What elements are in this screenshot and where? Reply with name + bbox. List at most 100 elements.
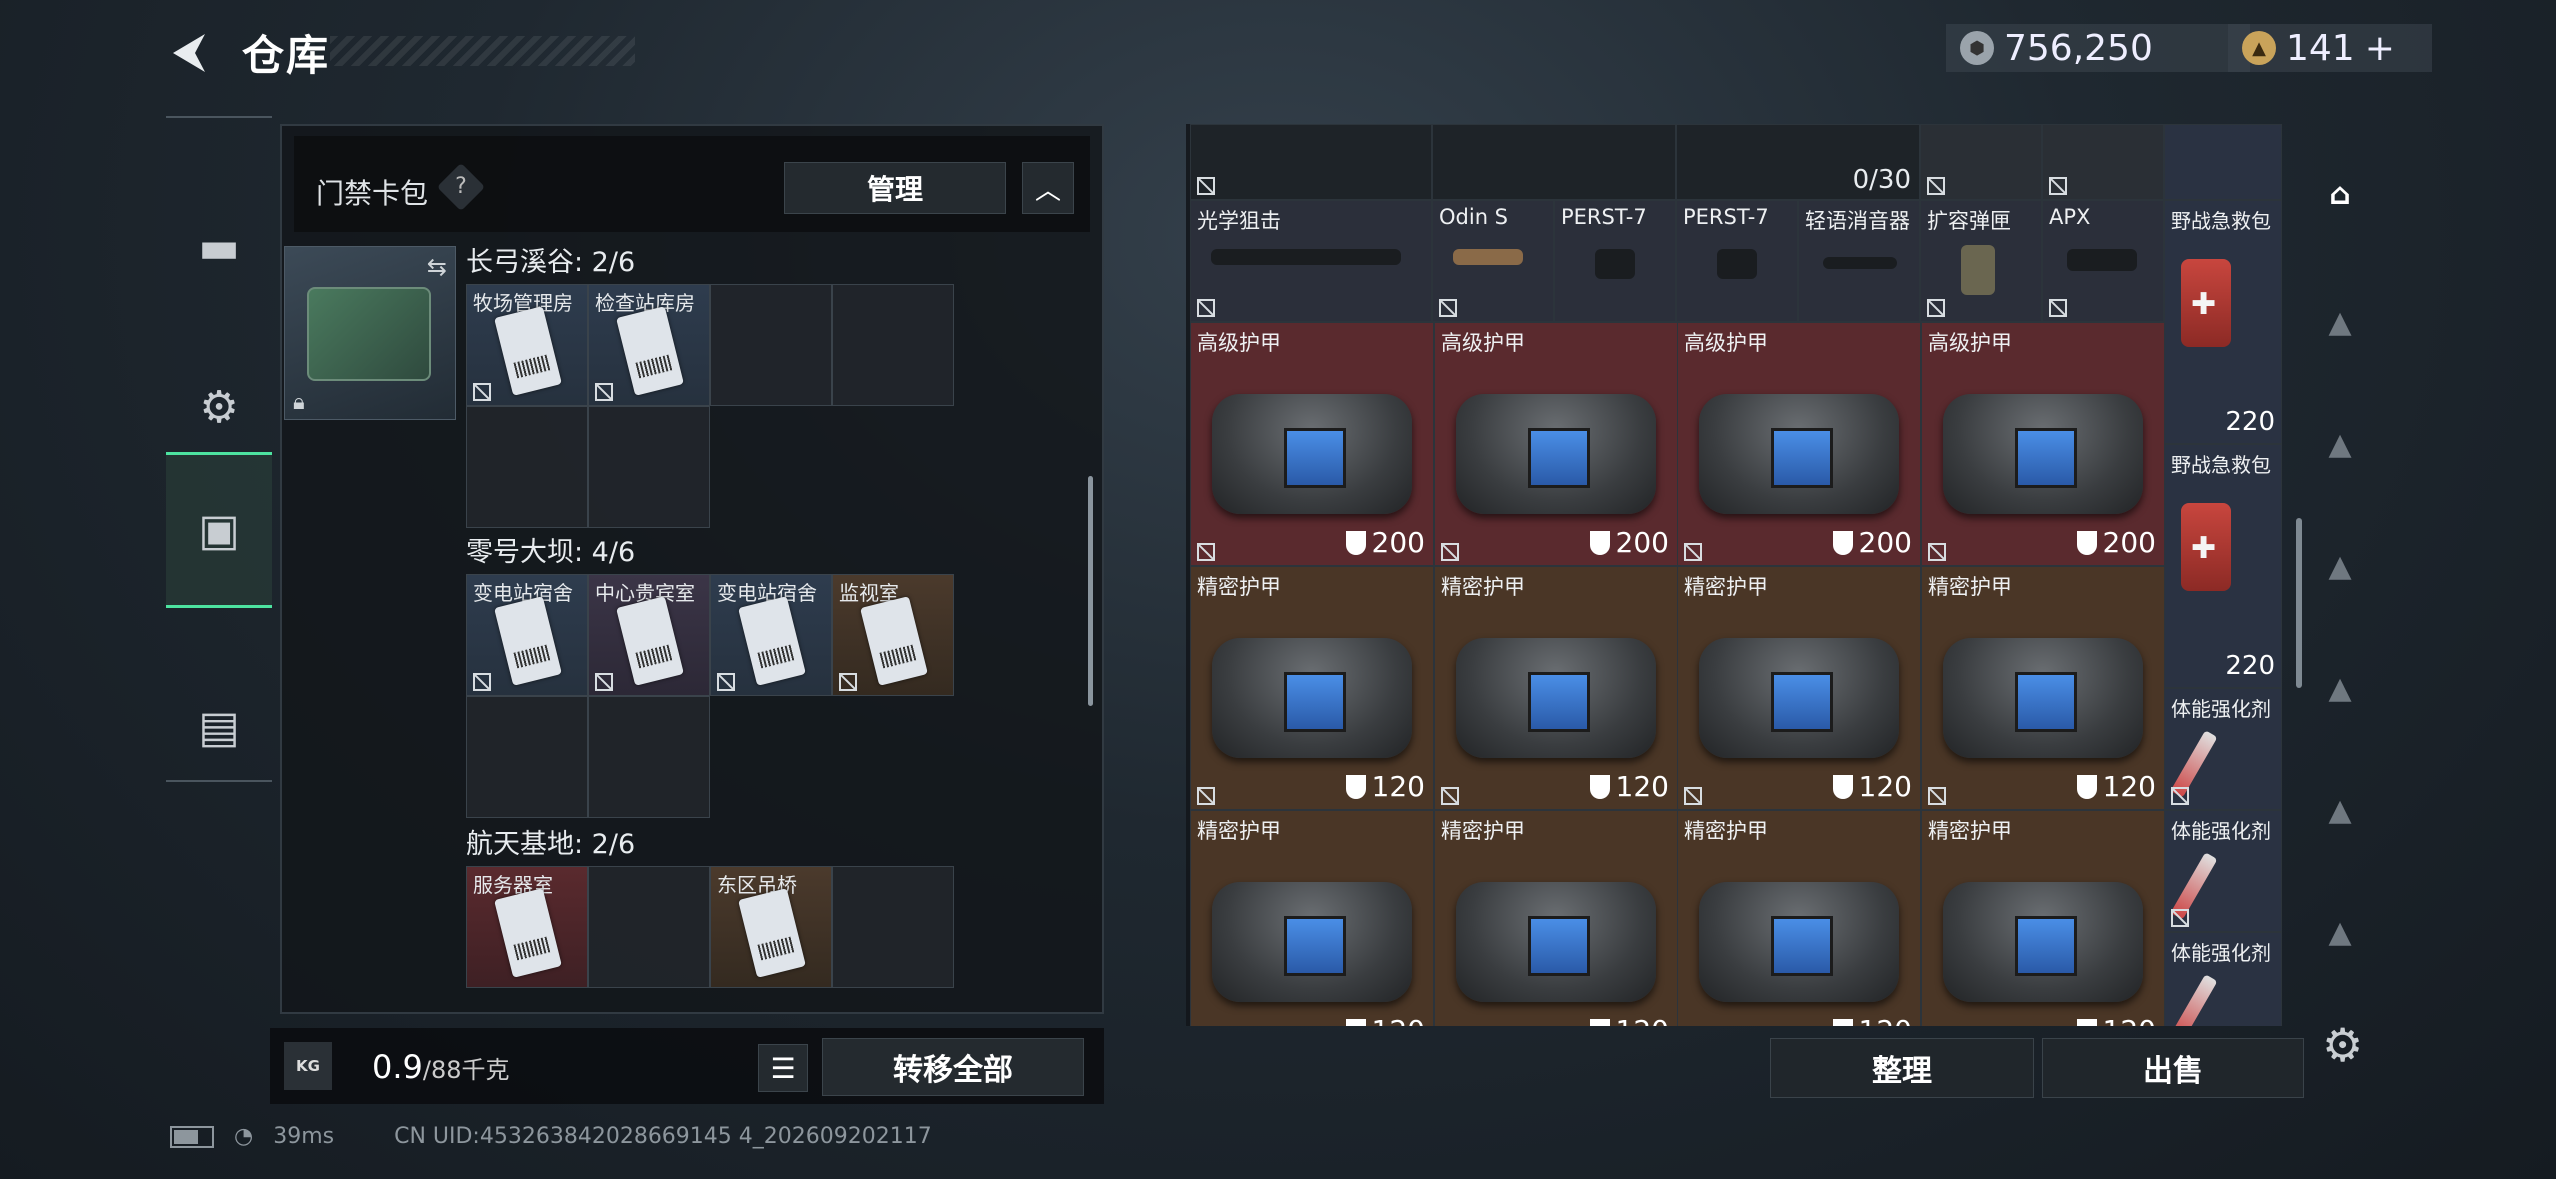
attachment-slot[interactable]: 轻语消音器 (1798, 200, 1920, 322)
silver-currency: ⬢ 756,250 (1946, 24, 2250, 72)
magazine-icon (1961, 245, 1995, 295)
keycard-slot[interactable]: 监视室 (832, 574, 954, 696)
attachment-slot[interactable]: APX (2042, 200, 2164, 322)
swap-icon[interactable]: ⇆ (427, 253, 447, 281)
toolbox-icon: ▤ (198, 701, 240, 753)
chevron-up-icon: ︿ (1034, 175, 1061, 206)
keycard-slot[interactable]: 牧场管理房 (466, 284, 588, 406)
storage-slot[interactable] (1920, 124, 2042, 200)
armor-slot[interactable]: 精密护甲 120 (1921, 566, 2165, 810)
armor-slot[interactable]: 高级护甲 200 (1677, 322, 1921, 566)
no-insure-icon (1441, 787, 1459, 805)
weight-icon: KG (284, 1042, 332, 1090)
no-insure-icon (2049, 177, 2067, 195)
scrollbar[interactable] (1088, 476, 1093, 706)
list-view-button[interactable]: ☰ (758, 1044, 808, 1092)
sort-button[interactable]: 整理 (1770, 1038, 2034, 1098)
help-icon[interactable]: ? (436, 162, 486, 212)
attachment-slot[interactable]: PERST-7 (1554, 200, 1676, 322)
durability-readout: 200 (1345, 526, 1425, 559)
weight-readout: 0.9/88千克 (372, 1048, 510, 1086)
storage-slot[interactable] (2042, 124, 2164, 200)
empty-slot[interactable] (466, 696, 588, 818)
attachment-slot[interactable]: 光学狙击 (1190, 200, 1432, 322)
sell-button[interactable]: 出售 (2042, 1038, 2304, 1098)
add-gold-button[interactable]: + (2365, 28, 2395, 69)
keycard-slot[interactable]: 检查站库房 (588, 284, 710, 406)
empty-slot[interactable] (466, 406, 588, 528)
gold-currency[interactable]: ▲ 141 + (2228, 24, 2432, 72)
empty-slot[interactable] (588, 406, 710, 528)
capacity-footer: KG 0.9/88千克 ☰ 转移全部 (270, 1028, 1104, 1104)
no-insure-icon (1197, 299, 1215, 317)
collapse-button[interactable]: ︿ (1022, 162, 1074, 214)
empty-slot[interactable] (710, 284, 832, 406)
no-insure-icon (1927, 299, 1945, 317)
no-insure-icon (2171, 787, 2189, 805)
storage-slot[interactable] (1432, 124, 1676, 200)
medkit-icon (2181, 259, 2231, 347)
storage-slot[interactable] (1190, 124, 1432, 200)
category-2-icon[interactable]: ▲ (2310, 414, 2370, 474)
category-4-icon[interactable]: ▲ (2310, 658, 2370, 718)
armor-slot[interactable]: 精密护甲 120 (1190, 810, 1434, 1026)
armor-label: 精密护甲 (1197, 575, 1281, 599)
empty-slot[interactable] (832, 284, 954, 406)
category-5-icon[interactable]: ▲ (2310, 780, 2370, 840)
keycard-pack-header: 门禁卡包 ? 管理 ︿ (294, 136, 1090, 232)
no-insure-icon (1197, 787, 1215, 805)
back-icon[interactable] (165, 28, 215, 78)
armor-slot[interactable]: 精密护甲 120 (1434, 566, 1678, 810)
durability-readout: 120 (1832, 1014, 1912, 1026)
gear-icon[interactable]: ⚙ (2322, 1018, 2363, 1072)
armor-slot[interactable]: 精密护甲 120 (1677, 566, 1921, 810)
armor-slot[interactable]: 精密护甲 120 (1190, 566, 1434, 810)
attachment-slot[interactable]: Odin S (1432, 200, 1554, 322)
attachment-slot[interactable]: PERST-7 (1676, 200, 1798, 322)
no-insure-icon (595, 673, 613, 691)
manage-button[interactable]: 管理 (784, 162, 1006, 214)
weapon-tab[interactable]: ▬ (166, 172, 272, 322)
durability-readout: 200 (2076, 526, 2156, 559)
empty-slot[interactable] (588, 866, 710, 988)
armor-slot[interactable]: 精密护甲 120 (1434, 810, 1678, 1026)
armor-slot[interactable]: 高级护甲 200 (1190, 322, 1434, 566)
transfer-all-button[interactable]: 转移全部 (822, 1038, 1084, 1096)
stim-slot[interactable]: 体能强化剂 (2164, 810, 2282, 932)
tool-tab[interactable]: ▤ (166, 652, 272, 802)
empty-slot[interactable] (588, 696, 710, 818)
attachment-slot[interactable]: 扩容弹匣 (1920, 200, 2042, 322)
category-6-icon[interactable]: ▲ (2310, 902, 2370, 962)
storage-slot[interactable]: 0/30 (1676, 124, 1920, 200)
armor-label: 高级护甲 (1684, 331, 1768, 355)
durability-readout: 120 (2076, 770, 2156, 803)
all-category-icon[interactable]: ⌂ (2310, 164, 2370, 224)
zone-title: 零号大坝: 4/6 (466, 537, 636, 568)
armor-slot[interactable]: 高级护甲 200 (1434, 322, 1678, 566)
medkit-slot[interactable]: 野战急救包 220 (2164, 200, 2282, 444)
empty-slot[interactable] (832, 866, 954, 988)
keycard-slot[interactable]: 变电站宿舍 (466, 574, 588, 696)
keycard-icon (616, 306, 684, 396)
keycard-icon (738, 888, 806, 978)
stim-slot[interactable]: 体能强化剂 (2164, 932, 2282, 1026)
category-1-icon[interactable]: ▲ (2310, 292, 2370, 352)
shield-icon (1345, 774, 1366, 799)
keycard-slot[interactable]: 变电站宿舍 (710, 574, 832, 696)
keycard-slot[interactable]: 服务器室 (466, 866, 588, 988)
zone-slot-grid: 牧场管理房 检查站库房 (466, 284, 954, 528)
armor-slot[interactable]: 精密护甲 120 (1677, 810, 1921, 1026)
category-3-icon[interactable]: ▲ (2310, 536, 2370, 596)
keycard-slot[interactable]: 中心贵宾室 (588, 574, 710, 696)
storage-slot[interactable] (2164, 124, 2282, 200)
storage-tab[interactable]: ▣ (166, 452, 272, 608)
armor-slot[interactable]: 高级护甲 200 (1921, 322, 2165, 566)
medkit-slot[interactable]: 野战急救包 220 (2164, 444, 2282, 688)
keycard-slot[interactable]: 东区吊桥 (710, 866, 832, 988)
gold-amount: 141 (2286, 27, 2355, 69)
suppressor-icon (1823, 257, 1897, 269)
armor-slot[interactable]: 精密护甲 120 (1921, 810, 2165, 1026)
keycard-pack-item[interactable]: ⇆ 🔒︎ (284, 246, 456, 420)
stim-slot[interactable]: 体能强化剂 (2164, 688, 2282, 810)
keycard-pack-panel: 门禁卡包 ? 管理 ︿ ⇆ 🔒︎ 长弓溪谷: 2/6 牧场管理房 检查站库房 零… (280, 124, 1104, 1014)
